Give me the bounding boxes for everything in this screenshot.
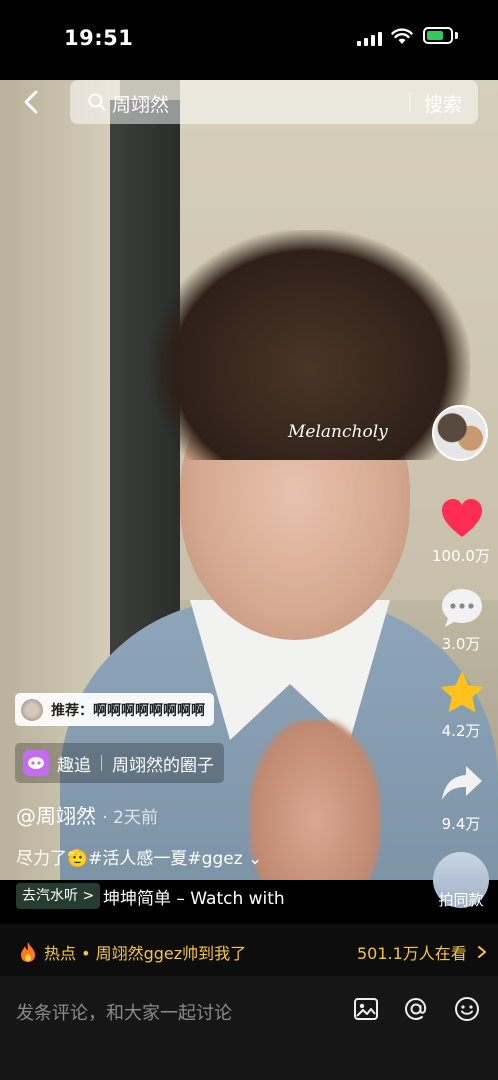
comment-bar (0, 976, 498, 1080)
like-count: 100.0万 (432, 547, 490, 565)
person-hand (250, 720, 380, 880)
author-avatar[interactable] (432, 405, 488, 461)
battery-tip (455, 32, 458, 39)
comment-count: 3.0万 (441, 635, 481, 653)
app-logo-icon (23, 750, 49, 776)
post-dot: · (102, 808, 114, 828)
video-overlay-text: Melancholy (288, 422, 388, 442)
post-caption[interactable]: 尽力了🫡#活人感一夏#ggez ⌄ (16, 844, 262, 869)
search-icon (88, 93, 106, 111)
circle-app-name: 趣追 (57, 755, 91, 776)
favorite-star-icon[interactable] (440, 671, 484, 715)
post-time: 2天前 (113, 808, 158, 828)
shoot-same-label[interactable]: 拍同款 (416, 889, 498, 910)
share-count: 9.4万 (441, 815, 481, 833)
circle-entry[interactable]: 趣追 周翊然的圈子 (15, 743, 224, 783)
chevron-right-icon (477, 946, 486, 958)
share-icon[interactable] (440, 762, 484, 806)
recommend-tag[interactable]: 推荐：啊啊啊啊啊啊啊啊 (15, 693, 214, 726)
music-app-tag[interactable]: 去汽水听 > (16, 883, 101, 909)
back-icon[interactable] (18, 88, 46, 116)
circle-name: 周翊然的圈子 (112, 755, 214, 776)
recommend-avatar (21, 698, 43, 721)
comment-input[interactable]: 发条评论，和大家一起讨论 (16, 999, 232, 1025)
search-divider (409, 92, 410, 112)
at-mention-icon[interactable] (403, 996, 429, 1022)
image-icon[interactable] (353, 996, 379, 1022)
hot-viewers[interactable]: 501.1万人在看 (357, 940, 489, 964)
favorite-count: 4.2万 (441, 722, 481, 740)
emoji-icon[interactable] (454, 996, 480, 1022)
hot-viewers-text: 501.1万人在看 (357, 944, 467, 963)
hot-topic-text: 热点 • 周翊然ggez帅到我了 (44, 944, 247, 963)
wifi-icon (391, 28, 413, 44)
search-button[interactable]: 搜索 (424, 90, 462, 117)
signal-icon (357, 30, 382, 46)
circle-divider (101, 755, 102, 771)
status-time: 19:51 (64, 26, 134, 50)
hot-topic[interactable]: 热点 • 周翊然ggez帅到我了 (18, 940, 246, 964)
search-input[interactable]: 周翊然 (112, 90, 169, 117)
battery-icon (423, 27, 453, 44)
comment-icon[interactable] (440, 586, 484, 630)
music-title[interactable]: 坤坤简单 – Watch with (103, 884, 285, 909)
recommend-label: 推荐：啊啊啊啊啊啊啊啊 (51, 702, 205, 719)
author-name[interactable]: @周翊然 (16, 804, 96, 828)
author-line[interactable]: @周翊然 · 2天前 (16, 800, 158, 829)
fire-icon (21, 942, 35, 962)
like-heart-icon[interactable] (440, 497, 484, 541)
